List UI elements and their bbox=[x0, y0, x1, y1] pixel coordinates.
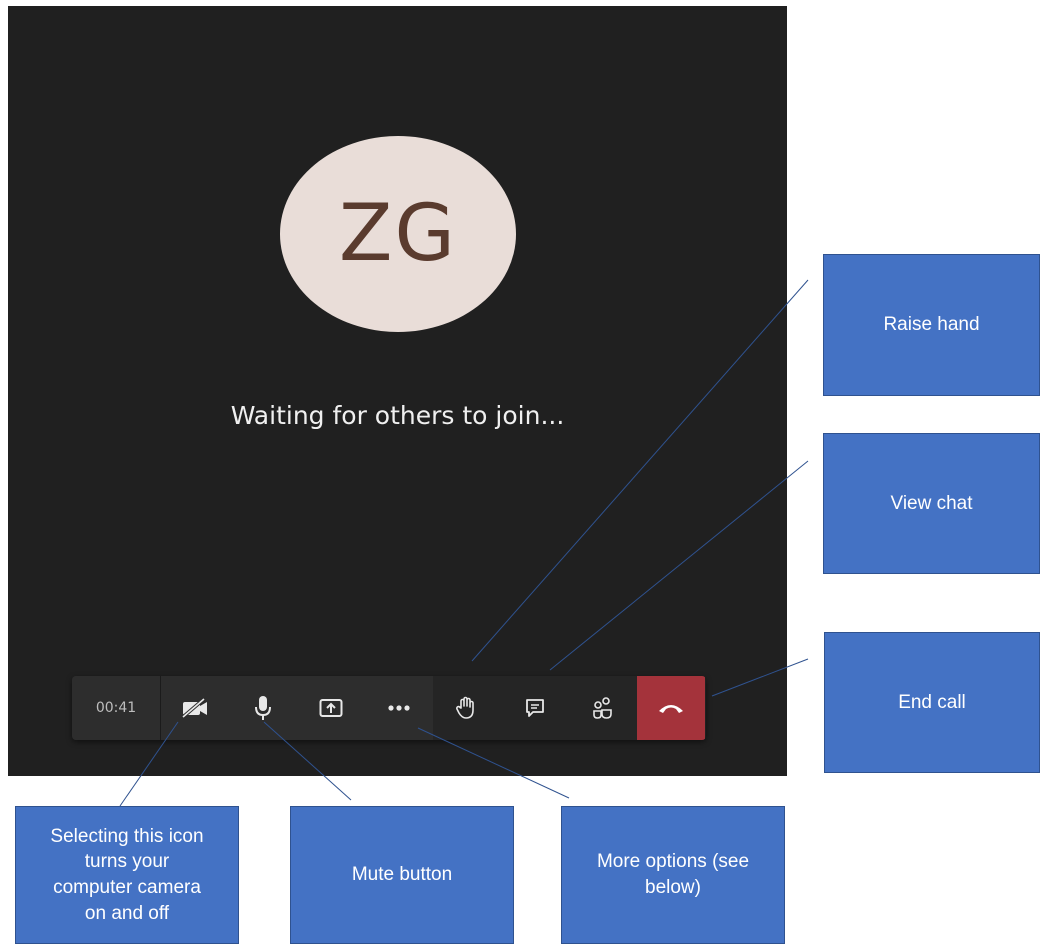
end-call-callout: End call bbox=[824, 632, 1040, 773]
raise-hand-connector bbox=[471, 279, 809, 662]
camera-callout-line2: turns your bbox=[84, 851, 170, 873]
view-chat-connector bbox=[549, 460, 809, 671]
mute-connector bbox=[263, 721, 352, 801]
raise-hand-callout: Raise hand bbox=[823, 254, 1040, 396]
raise-hand-callout-label: Raise hand bbox=[883, 314, 980, 336]
more-options-callout-line2: below) bbox=[645, 877, 701, 898]
end-call-connector bbox=[711, 658, 809, 697]
more-options-callout: More options (see below) bbox=[561, 806, 785, 944]
view-chat-callout: View chat bbox=[823, 433, 1040, 574]
more-options-connector bbox=[417, 727, 570, 799]
mute-callout-label: Mute button bbox=[351, 864, 453, 886]
mute-callout: Mute button bbox=[290, 806, 514, 944]
camera-connector bbox=[119, 721, 179, 807]
camera-callout: Selecting this icon turns your computer … bbox=[15, 806, 239, 944]
end-call-callout-label: End call bbox=[898, 691, 966, 713]
camera-callout-line3: computer camera bbox=[53, 877, 201, 898]
camera-callout-line4: on and off bbox=[84, 902, 170, 924]
view-chat-callout-label: View chat bbox=[890, 492, 973, 514]
camera-callout-line1: Selecting this icon bbox=[50, 825, 204, 847]
more-options-callout-line1: More options (see bbox=[596, 851, 750, 873]
